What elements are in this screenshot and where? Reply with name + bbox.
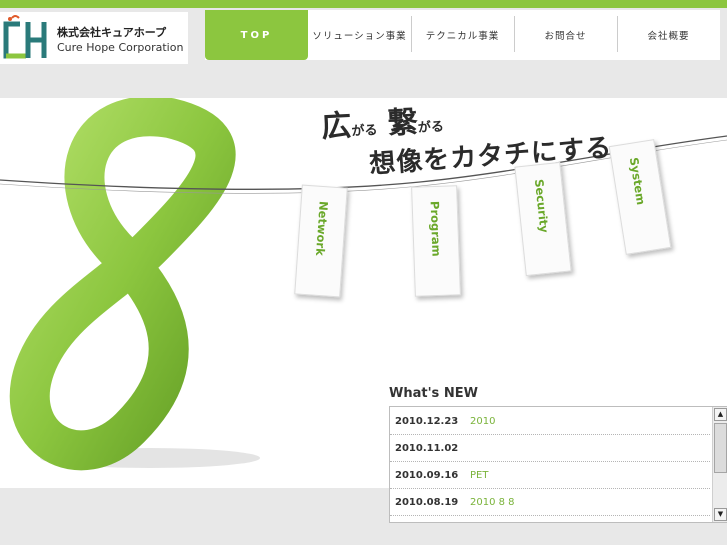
- figure-eight-icon: [9, 98, 236, 471]
- nav-company[interactable]: 会社概要: [617, 10, 720, 60]
- news-link[interactable]: 2010: [470, 416, 495, 427]
- news-item[interactable]: 2010.09.16 PET: [390, 461, 710, 489]
- tagline-line1: 広がる 繋がる: [320, 96, 445, 146]
- company-name-en: Cure Hope Corporation: [57, 41, 184, 54]
- tagline-suffix: がる: [351, 123, 378, 140]
- cure-hope-logo-icon: [3, 15, 47, 59]
- tagline-word-spread: 広: [320, 108, 353, 145]
- scroll-thumb[interactable]: [714, 423, 727, 473]
- news-item[interactable]: 2010.12.23 2010: [390, 407, 710, 435]
- news-link[interactable]: PET: [470, 470, 488, 481]
- news-title: What's NEW: [389, 386, 478, 401]
- nav-top[interactable]: TOP: [205, 10, 308, 60]
- company-name-jp: 株式会社キュアホープ: [57, 26, 167, 39]
- news-list[interactable]: 2010.12.23 2010 2010.11.02 2010.09.16 PE…: [389, 406, 727, 523]
- nav-contact[interactable]: お問合せ: [514, 10, 617, 60]
- news-date: 2010.11.02: [395, 443, 459, 454]
- tag-label: System: [626, 156, 649, 206]
- scroll-up-button[interactable]: ▲: [714, 408, 727, 421]
- tag-label: Security: [531, 178, 552, 234]
- news-date: 2010.08.19: [395, 497, 459, 508]
- news-item[interactable]: 2010.08.19 2010 8 8: [390, 488, 710, 516]
- news-date: 2010.09.16: [395, 470, 459, 481]
- nav-technical[interactable]: テクニカル事業: [411, 10, 514, 60]
- scroll-down-button[interactable]: ▼: [714, 508, 727, 521]
- tagline-suffix: がる: [417, 119, 445, 136]
- news-link[interactable]: 2010 8 8: [470, 497, 515, 508]
- news-date: 2010.12.23: [395, 416, 459, 427]
- top-accent-bar: [0, 0, 727, 8]
- nav-solution[interactable]: ソリューション事業: [308, 10, 411, 60]
- tag-program[interactable]: Program: [411, 185, 461, 297]
- tagline-word-connect: 繋: [386, 104, 419, 142]
- main-nav: TOP ソリューション事業 テクニカル事業 お問合せ 会社概要: [205, 10, 720, 60]
- logo[interactable]: 株式会社キュアホープ Cure Hope Corporation: [0, 12, 188, 64]
- tag-label: Network: [312, 200, 331, 257]
- news-scrollbar[interactable]: ▲ ▼: [712, 407, 727, 522]
- news-item[interactable]: 2010.11.02: [390, 434, 710, 462]
- tag-label: Program: [427, 200, 444, 257]
- tag-network[interactable]: Network: [294, 184, 348, 298]
